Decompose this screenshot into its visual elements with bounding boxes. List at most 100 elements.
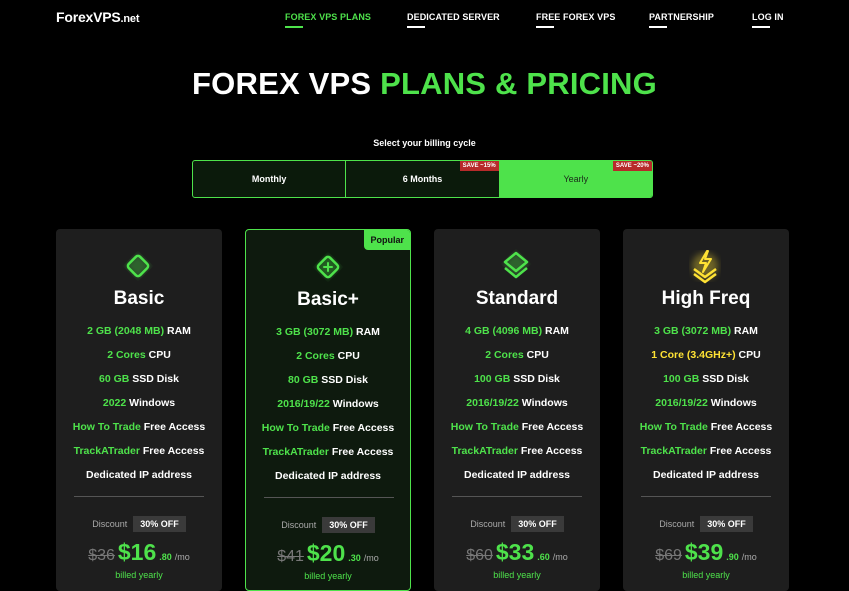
spec-track-label: Free Access <box>706 445 772 457</box>
discount-badge: 30% OFF <box>700 516 753 532</box>
price-cents: .90 <box>726 552 739 562</box>
discount-badge: 30% OFF <box>322 517 375 533</box>
spec-ram-label: RAM <box>542 325 569 337</box>
price-period: /mo <box>552 552 568 562</box>
billing-option-yearly[interactable]: Yearly SAVE ~20% <box>498 161 652 197</box>
spec-ip-label: Dedicated IP address <box>85 469 193 481</box>
spec-cpu-label: CPU <box>735 349 761 361</box>
trackatrader-link[interactable]: TrackATrader <box>263 446 329 458</box>
how-to-trade-link[interactable]: How To Trade <box>451 421 519 433</box>
spec-ram: 2 GB (2048 MB) RAM <box>56 324 222 348</box>
plan-specs: 3 GB (3072 MB) RAM 2 Cores CPU 80 GB SSD… <box>246 325 410 493</box>
spec-os-label: Windows <box>707 397 757 409</box>
current-price: $20 <box>306 540 346 566</box>
how-to-trade-link[interactable]: How To Trade <box>262 422 330 434</box>
discount-row: Discount 30% OFF <box>56 516 222 532</box>
nav-free-forex-vps[interactable]: FREE FOREX VPS <box>536 12 616 28</box>
spec-cpu: 2 Cores CPU <box>434 348 600 372</box>
spec-trackatrader: TrackATrader Free Access <box>434 444 600 468</box>
spec-cpu-value: 1 Core (3.4GHz+) <box>651 349 736 361</box>
spec-os: 2016/19/22 Windows <box>246 397 410 421</box>
nav-forex-vps-plans[interactable]: FOREX VPS PLANS <box>285 12 371 28</box>
nav-partnership[interactable]: PARTNERSHIP <box>649 12 714 28</box>
discount-row: Discount 30% OFF <box>246 517 410 533</box>
spec-how-to-trade: How To Trade Free Access <box>623 420 789 444</box>
save-badge: SAVE ~20% <box>612 161 652 171</box>
spec-disk-value: 80 GB <box>288 374 319 386</box>
current-price: $33 <box>495 539 535 565</box>
spec-os: 2016/19/22 Windows <box>434 396 600 420</box>
discount-badge: 30% OFF <box>511 516 564 532</box>
spec-ram: 3 GB (3072 MB) RAM <box>623 324 789 348</box>
spec-disk-label: SSD Disk <box>510 373 560 385</box>
discount-badge: 30% OFF <box>133 516 186 532</box>
spec-disk-value: 100 GB <box>663 373 700 385</box>
stack-icon <box>491 241 541 291</box>
lightning-stack-icon <box>680 241 730 291</box>
billing-option-label: Monthly <box>251 174 287 184</box>
nav-underline <box>285 26 303 28</box>
nav-underline <box>649 26 667 28</box>
plan-name: High Freq <box>661 288 751 309</box>
spec-cpu-label: CPU <box>145 349 171 361</box>
top-nav: ForexVPS.net FOREX VPS PLANS DEDICATED S… <box>0 0 849 36</box>
price-cents: .30 <box>348 553 361 563</box>
trackatrader-link[interactable]: TrackATrader <box>641 445 707 457</box>
plan-name: Basic <box>113 288 165 309</box>
price-row: $41 $20.30 /mo <box>246 540 410 567</box>
spec-cpu-label: CPU <box>334 350 360 362</box>
spec-disk-value: 100 GB <box>474 373 511 385</box>
current-price: $39 <box>684 539 724 565</box>
spec-os-label: Windows <box>518 397 568 409</box>
popular-badge: Popular <box>364 230 410 250</box>
spec-disk-label: SSD Disk <box>699 373 749 385</box>
how-to-trade-link[interactable]: How To Trade <box>73 421 141 433</box>
spec-track-label: Free Access <box>328 446 394 458</box>
trackatrader-link[interactable]: TrackATrader <box>74 445 140 457</box>
save-badge: SAVE ~15% <box>459 161 499 171</box>
spec-track-label: Free Access <box>517 445 583 457</box>
how-to-trade-link[interactable]: How To Trade <box>640 421 708 433</box>
divider <box>641 496 771 497</box>
billing-option-monthly[interactable]: Monthly <box>193 161 345 197</box>
billing-option-6-months[interactable]: 6 Months SAVE ~15% <box>345 161 499 197</box>
nav-dedicated-server[interactable]: DEDICATED SERVER <box>407 12 500 28</box>
spec-cpu: 2 Cores CPU <box>56 348 222 372</box>
price-row: $36 $16.80 /mo <box>56 539 222 566</box>
price-period: /mo <box>174 552 190 562</box>
plan-card-basic[interactable]: Popular Basic+ 3 GB (3072 MB) RAM 2 Core… <box>245 229 411 591</box>
discount-label: Discount <box>92 519 128 529</box>
price-row: $60 $33.60 /mo <box>434 539 600 566</box>
spec-disk: 100 GB SSD Disk <box>623 372 789 396</box>
old-price: $69 <box>655 547 682 564</box>
plan-name: Standard <box>475 288 559 309</box>
spec-ip: Dedicated IP address <box>56 468 222 492</box>
spec-ram-value: 3 GB (3072 MB) <box>276 326 354 338</box>
billed-yearly-note: billed yearly <box>304 571 352 581</box>
spec-disk-value: 60 GB <box>99 373 130 385</box>
spec-os-label: Windows <box>126 397 176 409</box>
spec-disk-label: SSD Disk <box>129 373 179 385</box>
price-cents: .80 <box>159 552 172 562</box>
spec-how-to-trade: How To Trade Free Access <box>434 420 600 444</box>
title-accent: PLANS & PRICING <box>380 66 657 101</box>
billed-yearly-note: billed yearly <box>493 570 541 580</box>
spec-ip-label: Dedicated IP address <box>463 469 571 481</box>
diamond-plus-icon <box>303 242 353 292</box>
nav-label: FREE FOREX VPS <box>536 12 616 22</box>
spec-cpu-label: CPU <box>523 349 549 361</box>
plan-card-basic[interactable]: Basic 2 GB (2048 MB) RAM 2 Cores CPU 60 … <box>56 229 222 591</box>
nav-log-in[interactable]: LOG IN <box>752 12 784 28</box>
spec-how-to-trade: How To Trade Free Access <box>246 421 410 445</box>
nav-label: DEDICATED SERVER <box>407 12 500 22</box>
spec-trackatrader: TrackATrader Free Access <box>56 444 222 468</box>
spec-os-value: 2016/19/22 <box>277 398 330 410</box>
trackatrader-link[interactable]: TrackATrader <box>452 445 518 457</box>
spec-os-label: Windows <box>329 398 379 410</box>
plan-card-standard[interactable]: Standard 4 GB (4096 MB) RAM 2 Cores CPU … <box>434 229 600 591</box>
logo[interactable]: ForexVPS.net <box>56 9 140 25</box>
spec-ram-value: 3 GB (3072 MB) <box>654 325 732 337</box>
plan-card-high-freq[interactable]: High Freq 3 GB (3072 MB) RAM 1 Core (3.4… <box>623 229 789 591</box>
spec-disk-label: SSD Disk <box>318 374 368 386</box>
page-title: FOREX VPS PLANS & PRICING <box>0 66 849 102</box>
